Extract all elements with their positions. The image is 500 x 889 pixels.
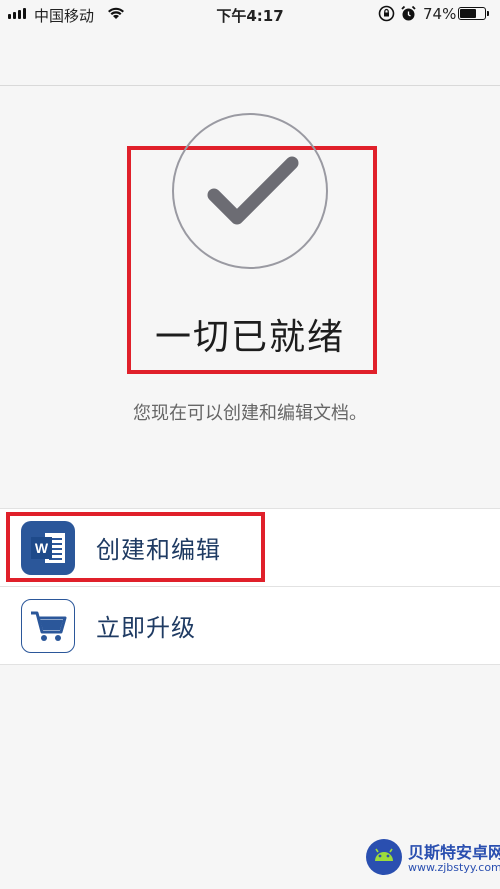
rotation-lock-icon xyxy=(378,5,395,26)
alarm-icon xyxy=(400,5,417,26)
checkmark-icon xyxy=(207,156,299,225)
ready-subtitle: 您现在可以创建和编辑文档。 xyxy=(133,403,367,424)
battery-percent: 74% xyxy=(423,5,457,23)
highlight-frame-create-edit xyxy=(6,512,265,582)
watermark-url: www.zjbstyy.com xyxy=(408,861,500,874)
list-item-upgrade[interactable]: 立即升级 xyxy=(0,586,500,664)
upgrade-label: 立即升级 xyxy=(96,614,196,642)
list-item-create-edit[interactable]: W 创建和编辑 xyxy=(0,509,500,586)
shopping-cart-icon xyxy=(21,598,75,653)
watermark-name: 贝斯特安卓网 xyxy=(408,843,500,862)
action-list: W 创建和编辑 立即升级 xyxy=(0,508,500,665)
ready-title: 一切已就绪 xyxy=(154,317,345,358)
status-bar: 中国移动 下午4:17 74% xyxy=(0,0,500,28)
watermark-logo-icon xyxy=(366,839,402,875)
ready-panel: 一切已就绪 您现在可以创建和编辑文档。 xyxy=(0,86,500,506)
checkmark-circle xyxy=(172,113,328,269)
battery-icon xyxy=(458,7,489,20)
site-watermark: 贝斯特安卓网 www.zjbstyy.com xyxy=(364,835,500,879)
navigation-bar xyxy=(0,28,500,86)
